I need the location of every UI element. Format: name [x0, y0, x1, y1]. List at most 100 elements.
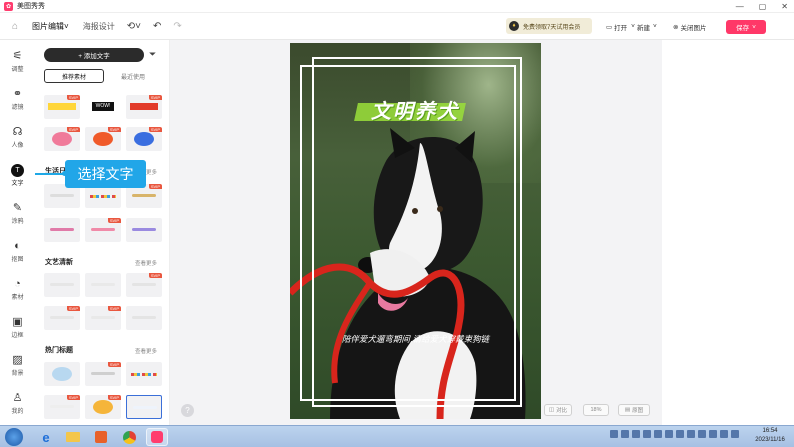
cutout-icon: ◐ — [14, 240, 21, 252]
tray-icon[interactable] — [731, 430, 739, 438]
brush-icon: ✎ — [12, 202, 23, 214]
template-art — [91, 228, 115, 231]
rail-item-frame[interactable]: ▣ 边框 — [0, 316, 35, 339]
folder-icon: ▭ — [606, 23, 613, 31]
close-circle-icon: ⊗ — [673, 23, 679, 31]
add-text-button[interactable]: + 添加文字 — [44, 48, 144, 62]
vip-promo-button[interactable]: ♦ 免费领取7天试用会员 — [506, 18, 592, 34]
template-art — [133, 406, 157, 409]
maximize-button[interactable]: ▢ — [759, 2, 767, 11]
text-template-thumb[interactable]: SVIP — [126, 273, 162, 297]
tray-icon[interactable] — [709, 430, 717, 438]
tab-picture-edit[interactable]: 图片编辑˅ — [32, 21, 69, 32]
chrome-icon[interactable] — [118, 428, 140, 446]
text-template-thumb[interactable] — [126, 306, 162, 330]
text-template-thumb[interactable]: SVIP — [44, 127, 80, 151]
text-template-thumb[interactable] — [44, 218, 80, 242]
open-button[interactable]: ▭ 打开 ˅ — [606, 13, 635, 40]
text-template-thumb[interactable]: SVIP — [85, 306, 121, 330]
text-template-thumb[interactable]: WOW! — [85, 95, 121, 119]
text-template-thumb[interactable]: SVIP — [126, 95, 162, 119]
zoom-level[interactable]: 18% — [583, 404, 609, 416]
text-template-thumb[interactable] — [85, 273, 121, 297]
background-icon: ▨ — [12, 354, 23, 366]
tray-icon[interactable] — [687, 430, 695, 438]
tray-icon[interactable] — [698, 430, 706, 438]
undo-icon[interactable]: ↶ — [153, 21, 161, 32]
text-template-thumb[interactable] — [126, 218, 162, 242]
rail-item-filter[interactable]: ⚭ 滤镜 — [0, 88, 35, 111]
template-art — [93, 132, 113, 146]
rail-item-background[interactable]: ▨ 背景 — [0, 354, 35, 377]
start-button[interactable] — [5, 428, 23, 446]
more-link[interactable]: 查看更多 — [135, 347, 157, 355]
tray-icon[interactable] — [621, 430, 629, 438]
close-window-button[interactable]: ✕ — [781, 2, 788, 11]
rail-item-portrait[interactable]: ☊ 人像 — [0, 126, 35, 149]
text-template-thumb[interactable]: SVIP — [44, 95, 80, 119]
svip-badge: SVIP — [66, 395, 80, 400]
funnel-icon[interactable]: ⏷ — [149, 49, 156, 60]
tray-icon[interactable] — [632, 430, 640, 438]
template-art — [132, 194, 156, 197]
rail-item-text[interactable]: T 文字 — [0, 164, 35, 187]
tooltip-pointer — [35, 173, 65, 175]
tab-recent[interactable]: 最近使用 — [104, 69, 162, 83]
help-icon[interactable]: ? — [181, 404, 194, 417]
tray-icon[interactable] — [610, 430, 618, 438]
tray-icon[interactable] — [676, 430, 684, 438]
tray-icon[interactable] — [654, 430, 662, 438]
poster-subline[interactable]: 陪伴爱犬遛弯期间,请给爱犬穿戴束狗链 — [290, 333, 541, 345]
svip-badge: SVIP — [148, 95, 162, 100]
tab-recommended[interactable]: 推荐素材 — [44, 69, 104, 83]
rail-item-sticker[interactable]: ◔ 素材 — [0, 278, 35, 301]
history-icon[interactable]: ⟲˅ — [127, 21, 141, 32]
text-template-thumb[interactable]: SVIP — [44, 306, 80, 330]
new-button[interactable]: 新建 ˅ — [637, 13, 657, 40]
tab-poster-design[interactable]: 海报设计 — [83, 21, 115, 32]
frame-icon: ▣ — [12, 316, 23, 328]
template-art — [132, 283, 156, 286]
select-text-tooltip: 选择文字 — [65, 160, 146, 188]
text-template-thumb[interactable]: SVIP — [126, 127, 162, 151]
ie-icon[interactable]: e — [35, 428, 57, 446]
text-template-thumb[interactable]: SVIP — [44, 395, 80, 419]
sticker-icon: ◔ — [14, 278, 21, 290]
close-image-button[interactable]: ⊗ 关闭图片 — [673, 13, 706, 40]
poster-headline[interactable]: 文明养犬 — [340, 95, 490, 124]
meitu-taskbar-icon[interactable] — [146, 428, 168, 446]
rail-item-doodle[interactable]: ✎ 涂鸦 — [0, 202, 35, 225]
text-template-thumb[interactable]: SVIP — [85, 362, 121, 386]
text-template-thumb-selected[interactable] — [126, 395, 162, 419]
media-player-icon[interactable] — [90, 428, 112, 446]
text-template-thumb[interactable]: SVIP — [85, 218, 121, 242]
home-icon[interactable]: ⌂ — [12, 21, 18, 32]
rail-item-cutout[interactable]: ◐ 抠图 — [0, 240, 35, 263]
open-label: 打开 — [614, 24, 628, 32]
text-template-thumb[interactable] — [126, 362, 162, 386]
save-button[interactable]: 保存 ˅ — [726, 20, 766, 34]
text-template-thumb[interactable]: SVIP — [85, 395, 121, 419]
close-image-label: 关闭图片 — [680, 24, 707, 32]
text-template-thumb[interactable] — [44, 362, 80, 386]
material-tabs: 推荐素材 最近使用 — [44, 69, 162, 83]
text-template-thumb[interactable] — [44, 273, 80, 297]
system-clock[interactable]: 16:54 2023/11/16 — [748, 427, 792, 445]
original-view-button[interactable]: ▤ 原图 — [618, 404, 650, 416]
more-link[interactable]: 查看更多 — [135, 259, 157, 267]
tray-icon[interactable] — [720, 430, 728, 438]
adjust-icon: ⚟ — [12, 50, 23, 62]
tray-icon[interactable] — [665, 430, 673, 438]
poster-canvas[interactable]: 文明养犬 陪伴爱犬遛弯期间,请给爱犬穿戴束狗链 — [290, 43, 541, 419]
compare-button[interactable]: ◫ 对比 — [544, 404, 572, 416]
text-template-thumb[interactable]: SVIP — [85, 127, 121, 151]
redo-icon[interactable]: ↷ — [173, 21, 181, 32]
folder-icon[interactable] — [62, 428, 84, 446]
rail-item-mine[interactable]: ♙ 我的 — [0, 392, 35, 415]
text-icon: T — [11, 164, 24, 177]
tray-icon[interactable] — [643, 430, 651, 438]
filter-icon: ⚭ — [12, 88, 23, 100]
rail-item-adjust[interactable]: ⚟ 调整 — [0, 50, 35, 73]
template-art — [52, 132, 72, 146]
minimize-button[interactable]: — — [736, 2, 744, 11]
